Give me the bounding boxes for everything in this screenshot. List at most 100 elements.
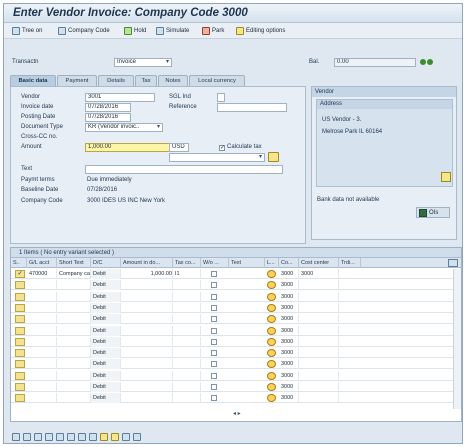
insert-row-icon[interactable] (45, 433, 53, 441)
cell-co[interactable]: 3000 (279, 348, 299, 359)
cell-dc[interactable]: Debit (91, 291, 121, 302)
account-assignment-icon[interactable] (267, 383, 276, 391)
transactn-select[interactable]: Invoice (114, 58, 172, 67)
table-row[interactable]: Debit 3000 (11, 336, 461, 347)
cell-gl[interactable] (27, 325, 57, 336)
col-gl-acct[interactable]: G/L acct (27, 258, 57, 268)
row-select-icon[interactable] (15, 281, 25, 290)
table-row[interactable]: Debit 3000 (11, 302, 461, 313)
cell-cost-center[interactable] (299, 359, 339, 370)
row-select-icon[interactable] (15, 292, 25, 301)
paste-icon[interactable] (89, 433, 97, 441)
cell-tax[interactable] (173, 280, 201, 291)
park-button[interactable]: Park (202, 26, 224, 36)
cell-dc[interactable]: Debit (91, 325, 121, 336)
wo-checkbox[interactable] (211, 361, 217, 368)
account-assignment-icon[interactable] (267, 337, 276, 346)
cell-short-text[interactable] (57, 348, 91, 359)
cell-short-text[interactable] (57, 359, 91, 370)
cell-short-text[interactable] (57, 291, 91, 302)
row-select-icon[interactable] (15, 315, 25, 324)
wo-checkbox[interactable] (211, 271, 217, 277)
col-l[interactable]: L... (265, 258, 279, 268)
open-items-button[interactable]: OIs (416, 207, 450, 218)
account-assignment-icon[interactable] (267, 303, 276, 312)
cell-tax[interactable] (173, 314, 201, 325)
wo-checkbox[interactable] (211, 327, 217, 334)
cell-co[interactable]: 3000 (279, 302, 299, 313)
copy-icon[interactable] (67, 433, 75, 441)
cell-co[interactable]: 3000 (279, 325, 299, 336)
cell-dc[interactable]: Debit (91, 302, 121, 313)
tab-notes[interactable]: Notes (158, 75, 188, 86)
cell-cost-center[interactable] (299, 302, 339, 313)
editing-options-button[interactable]: Editing options (236, 26, 285, 36)
cell-cost-center[interactable] (299, 291, 339, 302)
row-select-icon[interactable] (15, 371, 25, 380)
details-icon[interactable] (12, 433, 20, 441)
cell-cost-center[interactable]: 3000 (299, 269, 339, 279)
cell-tax[interactable] (173, 370, 201, 381)
account-assignment-icon[interactable] (267, 326, 276, 335)
cell-tax[interactable] (173, 291, 201, 302)
tax-code-select[interactable] (169, 153, 265, 162)
tab-local-currency[interactable]: Local currency (189, 75, 245, 86)
account-assignment-icon[interactable] (267, 270, 276, 278)
tab-basic-data[interactable]: Basic data (10, 75, 56, 86)
table-row[interactable]: Debit 3000 (11, 359, 461, 370)
row-select-icon[interactable] (15, 349, 25, 358)
tab-tax[interactable]: Tax (135, 75, 157, 86)
cut-icon[interactable] (78, 433, 86, 441)
deselect-icon[interactable] (34, 433, 42, 441)
cell-gl[interactable] (27, 393, 57, 404)
col-short-text[interactable]: Short Text (57, 258, 91, 268)
wo-checkbox[interactable] (211, 338, 217, 345)
cell-dc[interactable]: Debit (91, 382, 121, 392)
wo-checkbox[interactable] (211, 316, 217, 323)
col-status[interactable]: S.. (11, 258, 27, 268)
invoice-date-input[interactable]: 07/28/2016 (85, 103, 131, 112)
cell-amount[interactable] (121, 314, 173, 325)
cell-tax[interactable]: I1 (173, 269, 201, 279)
row-select-icon[interactable]: ✓ (15, 270, 25, 278)
cell-cost-center[interactable] (299, 393, 339, 404)
cell-co[interactable]: 3000 (279, 336, 299, 347)
table-settings-icon[interactable] (448, 259, 458, 267)
cell-dc[interactable]: Debit (91, 370, 121, 381)
table-vertical-scrollbar[interactable] (453, 269, 461, 409)
cell-cost-center[interactable] (299, 280, 339, 291)
col-text[interactable]: Text (229, 258, 265, 268)
wo-checkbox[interactable] (211, 304, 217, 311)
table-row[interactable]: Debit 3000 (11, 314, 461, 325)
table-row[interactable]: Debit 3000 (11, 291, 461, 302)
table-row[interactable]: Debit 3000 (11, 382, 461, 392)
cell-amount[interactable] (121, 359, 173, 370)
cell-co[interactable]: 3000 (279, 269, 299, 279)
cell-gl[interactable] (27, 370, 57, 381)
cell-gl[interactable]: 470000 (27, 269, 57, 279)
simulate-button[interactable]: Simulate (156, 26, 189, 36)
cell-dc[interactable]: Debit (91, 336, 121, 347)
col-trading[interactable]: Trdi... (339, 258, 361, 268)
cell-short-text[interactable] (57, 370, 91, 381)
sort-descending-icon[interactable] (111, 433, 119, 441)
cell-short-text[interactable] (57, 382, 91, 392)
cell-short-text[interactable] (57, 314, 91, 325)
calculate-tax-checkbox[interactable]: ✓ (219, 145, 225, 151)
posting-date-input[interactable]: 07/28/2016 (85, 113, 131, 122)
tax-overview-button[interactable] (268, 152, 279, 162)
total-icon[interactable] (133, 433, 141, 441)
col-tax-code[interactable]: Tax co... (173, 258, 201, 268)
wo-checkbox[interactable] (211, 293, 217, 300)
table-row[interactable]: Debit 3000 (11, 370, 461, 381)
reference-input[interactable] (217, 103, 287, 112)
tab-payment[interactable]: Payment (57, 75, 97, 86)
cell-gl[interactable] (27, 359, 57, 370)
cell-amount[interactable] (121, 336, 173, 347)
amount-input[interactable]: 1,000.00 (85, 143, 177, 152)
row-select-icon[interactable] (15, 394, 25, 403)
cell-tax[interactable] (173, 382, 201, 392)
table-row[interactable]: Debit 3000 (11, 325, 461, 336)
cell-short-text[interactable] (57, 393, 91, 404)
cell-amount[interactable] (121, 302, 173, 313)
